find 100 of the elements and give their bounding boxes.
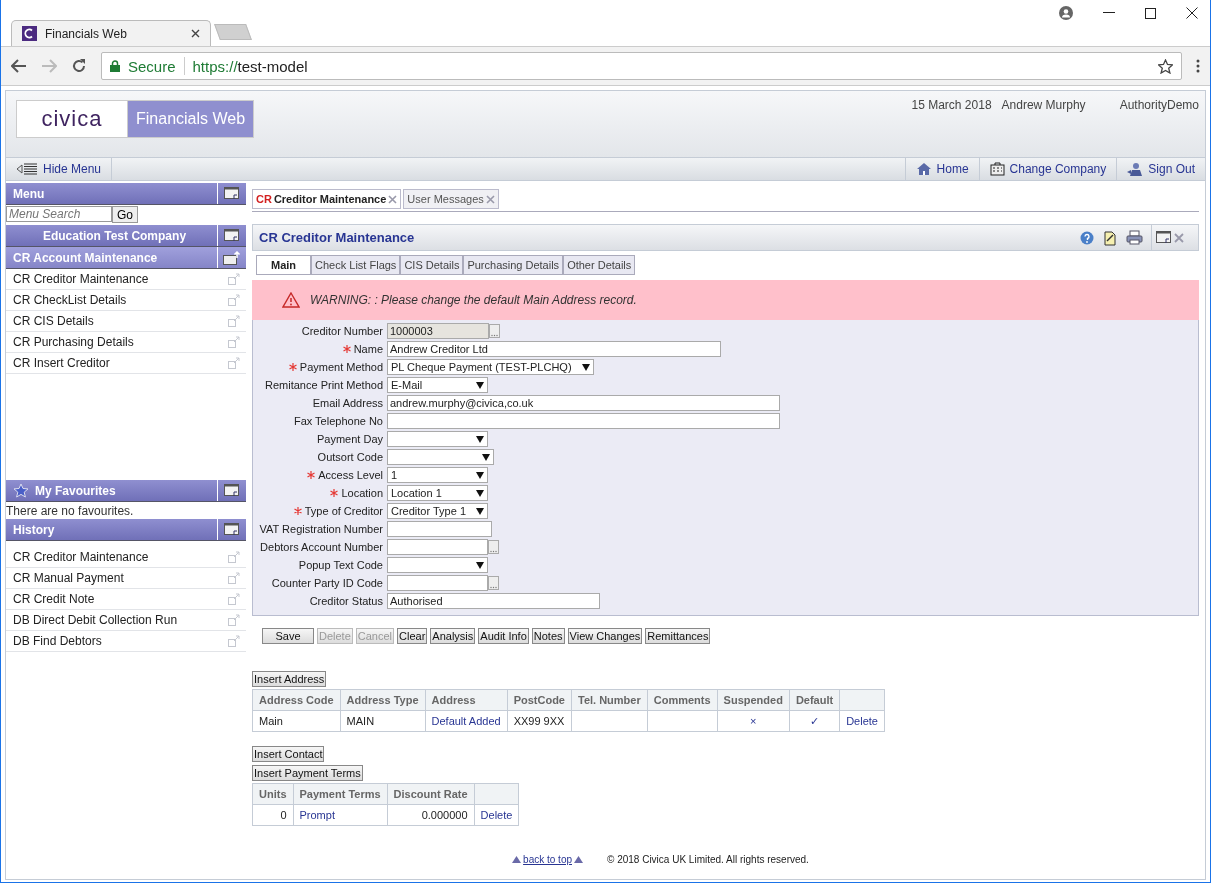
action-button[interactable]: Save: [262, 628, 314, 644]
address-bar[interactable]: Secure https://test-model: [101, 52, 1182, 80]
field-label: Creditor Number: [300, 324, 383, 339]
table-cell: ×: [717, 710, 790, 732]
popout-icon[interactable]: [228, 614, 240, 626]
text-field[interactable]: [387, 575, 488, 591]
forward-icon[interactable]: [41, 59, 57, 73]
ellipsis-icon: [491, 334, 498, 337]
action-button[interactable]: Remittances: [645, 628, 711, 644]
browser-tab[interactable]: Financials Web: [11, 20, 211, 46]
minimize-icon[interactable]: [1103, 12, 1115, 14]
company-name: Education Test Company: [42, 228, 187, 243]
user-name: Andrew Murphy: [1001, 98, 1086, 112]
folder-icon[interactable]: [223, 250, 241, 265]
print-icon[interactable]: [1126, 230, 1143, 245]
insert-payment-terms-button[interactable]: Insert Payment Terms: [252, 765, 363, 781]
table-cell: XX99 9XX: [507, 710, 572, 732]
authority-name: AuthorityDemo: [1119, 98, 1199, 112]
note-icon[interactable]: [1102, 229, 1118, 246]
field-label: Type of Creditor: [253, 502, 383, 520]
popout-icon[interactable]: [228, 294, 240, 306]
help-icon[interactable]: [1080, 230, 1094, 245]
lookup-button[interactable]: [488, 540, 499, 554]
field-label: Payment Method: [253, 358, 383, 376]
window-icon[interactable]: [1156, 231, 1172, 244]
dropdown[interactable]: [387, 449, 494, 465]
dropdown[interactable]: Creditor Type 1: [387, 503, 488, 519]
table-link[interactable]: Default Added: [425, 710, 508, 732]
popout-icon[interactable]: [228, 593, 240, 605]
dropdown[interactable]: [387, 431, 488, 447]
nav-link[interactable]: Sign Out: [1116, 158, 1205, 180]
action-button[interactable]: View Changes: [567, 628, 643, 644]
nav-link[interactable]: Home: [904, 158, 979, 180]
reload-icon[interactable]: [71, 58, 87, 74]
back-icon[interactable]: [11, 59, 27, 73]
close-icon[interactable]: [1186, 7, 1198, 19]
column-header: Default: [789, 689, 840, 711]
window-icon[interactable]: [224, 484, 240, 497]
required-icon: [288, 363, 297, 371]
popout-icon[interactable]: [228, 551, 240, 563]
form-tab[interactable]: Main: [256, 255, 312, 275]
star-icon[interactable]: [1158, 58, 1173, 74]
text-field[interactable]: Andrew Creditor Ltd: [387, 341, 721, 357]
table-link[interactable]: Prompt: [293, 804, 388, 826]
window-icon[interactable]: [224, 229, 240, 242]
dropdown[interactable]: E-Mail: [387, 377, 488, 393]
popout-icon[interactable]: [228, 572, 240, 584]
dropdown[interactable]: 1: [387, 467, 488, 483]
page-tab[interactable]: User Messages: [403, 189, 499, 209]
menu-icon[interactable]: [1196, 59, 1200, 73]
dropdown[interactable]: Location 1: [387, 485, 488, 501]
building-icon: [989, 162, 1005, 176]
required-icon: [307, 471, 316, 479]
text-field[interactable]: andrew.murphy@civica,co.uk: [387, 395, 780, 411]
form-tab[interactable]: CIS Details: [400, 255, 464, 275]
text-field[interactable]: 1000003: [387, 323, 489, 339]
action-button[interactable]: Analysis: [430, 628, 476, 644]
back-to-top-link[interactable]: back to top: [523, 854, 572, 865]
hide-menu-button[interactable]: Hide Menu: [6, 158, 113, 180]
profile-icon[interactable]: [1059, 6, 1073, 20]
popout-icon[interactable]: [228, 357, 240, 369]
popout-icon[interactable]: [228, 315, 240, 327]
text-field[interactable]: Authorised: [387, 593, 600, 609]
table-link[interactable]: Delete: [839, 710, 885, 732]
required-icon: [342, 345, 351, 353]
maximize-icon[interactable]: [1145, 7, 1156, 19]
new-tab-button[interactable]: [214, 24, 252, 40]
lookup-button[interactable]: [489, 324, 500, 338]
lookup-button[interactable]: [488, 576, 499, 590]
action-button[interactable]: Clear: [397, 628, 428, 644]
text-field[interactable]: [387, 521, 492, 537]
dropdown[interactable]: [387, 557, 488, 573]
form-tab[interactable]: Purchasing Details: [463, 255, 564, 275]
close-icon[interactable]: [191, 29, 200, 38]
table-link[interactable]: Delete: [474, 804, 519, 826]
menu-search-field[interactable]: Menu Search: [6, 206, 112, 222]
window-icon[interactable]: [224, 187, 240, 200]
popout-icon[interactable]: [228, 635, 240, 647]
text-field[interactable]: [387, 539, 488, 555]
insert-address-button[interactable]: Insert Address: [252, 671, 327, 687]
action-button[interactable]: Notes: [531, 628, 565, 644]
window-icon[interactable]: [224, 523, 240, 536]
user-icon: [1127, 161, 1144, 177]
popout-icon[interactable]: [228, 336, 240, 348]
dropdown[interactable]: PL Cheque Payment (TEST-PLCHQ): [387, 359, 594, 375]
page-tab[interactable]: CR Creditor Maintenance: [252, 189, 402, 209]
form-tab[interactable]: Other Details: [563, 255, 636, 275]
go-button[interactable]: Go: [112, 206, 138, 223]
field-label: Fax Telephone No: [292, 414, 383, 429]
text-field[interactable]: [387, 413, 780, 429]
product-name: Financials Web: [128, 100, 255, 138]
field-label: Remitance Print Method: [264, 378, 383, 393]
dropdown-arrow-icon: [476, 561, 484, 569]
insert-contact-button[interactable]: Insert Contact: [252, 746, 325, 762]
action-button[interactable]: Audit Info: [478, 628, 529, 644]
column-header: Suspended: [717, 689, 790, 711]
table-cell: ✓: [789, 710, 840, 732]
form-tab[interactable]: Check List Flags: [311, 255, 401, 275]
popout-icon[interactable]: [228, 273, 240, 285]
nav-link[interactable]: Change Company: [978, 158, 1117, 180]
